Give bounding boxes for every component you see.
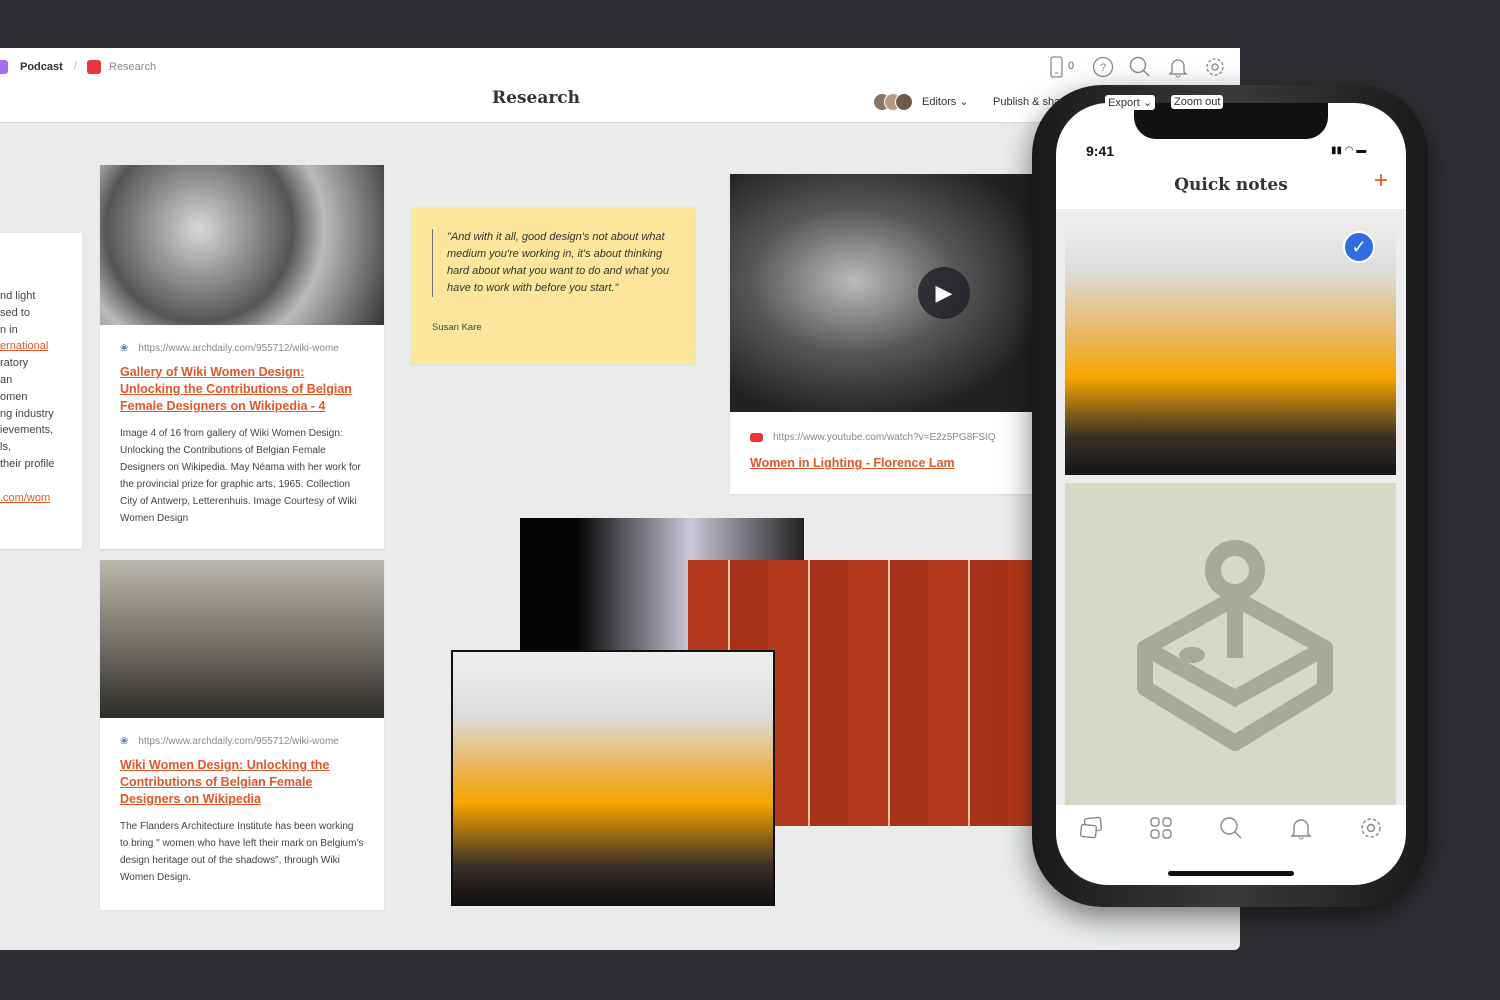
card-text-line: ernational	[0, 340, 49, 353]
gear-icon[interactable]	[1204, 56, 1226, 78]
card-text-line: an	[0, 373, 13, 386]
card-description: The Flanders Architecture Institute has …	[120, 821, 364, 883]
link-card[interactable]: ❀ https://www.archdaily.com/955712/wiki-w…	[100, 165, 384, 549]
breadcrumb-separator: /	[74, 60, 78, 72]
quote-author: Susan Kare	[432, 322, 482, 333]
editors-dropdown[interactable]: Editors ⌄	[922, 95, 969, 108]
editor-avatars[interactable]	[873, 93, 913, 111]
card-text-line: sed to	[0, 306, 30, 319]
card-text-line: their profile	[0, 457, 55, 470]
quote-text: "And with it all, good design's not abou…	[432, 229, 675, 297]
svg-text:?: ?	[1100, 62, 1106, 74]
card-title[interactable]: Women in Lighting - Florence Lam	[750, 455, 1020, 472]
check-icon[interactable]: ✓	[1343, 231, 1375, 263]
podcast-icon	[0, 60, 8, 74]
search-icon[interactable]	[1129, 56, 1151, 78]
video-card[interactable]: ▶ https://www.youtube.com/watch?v=E2z5PG…	[730, 174, 1040, 494]
card-text: nd light sed to n in ernational ratory an omen…	[0, 288, 82, 473]
youtube-icon	[750, 433, 763, 442]
link-card-partial[interactable]: nd light sed to n in ernational ratory an omen…	[0, 233, 82, 549]
card-url: https://www.youtube.com/watch?v=E2z5PG8F…	[773, 432, 996, 443]
play-button[interactable]: ▶	[918, 267, 970, 319]
note-image[interactable]: ✓	[1065, 218, 1396, 475]
boards-icon[interactable]	[1078, 815, 1104, 841]
add-note-button[interactable]: +	[1374, 167, 1388, 195]
archdaily-icon: ❀	[120, 343, 129, 354]
crumb-label: Podcast	[20, 61, 63, 73]
bell-icon[interactable]	[1288, 815, 1314, 841]
breadcrumb-research[interactable]: Research	[87, 60, 156, 74]
link-card[interactable]: ❀ https://www.archdaily.com/955712/wiki-w…	[100, 560, 384, 910]
video-thumbnail: ▶	[730, 174, 1040, 412]
zoom-out-button[interactable]: Zoom out	[1171, 95, 1224, 109]
crumb-label: Research	[109, 61, 157, 73]
card-description: Image 4 of 16 from gallery of Wiki Women…	[120, 428, 361, 524]
device-count: 0	[1068, 60, 1075, 72]
help-icon[interactable]: ?	[1092, 56, 1114, 78]
card-text-line: omen	[0, 390, 28, 403]
card-text-line: ratory	[0, 357, 29, 370]
phone-notch	[1134, 103, 1328, 139]
card-title[interactable]: Wiki Women Design: Unlocking the Contrib…	[120, 757, 364, 808]
quick-notes-title: Quick notes	[1174, 175, 1288, 195]
archdaily-icon: ❀	[120, 736, 129, 747]
phone-icon[interactable]	[1046, 56, 1068, 78]
phone-screen: 9:41 ▮▮ ◠ ▬ Quick notes + ✓	[1056, 103, 1406, 885]
bell-icon[interactable]	[1167, 56, 1189, 78]
page-title: Research	[492, 88, 581, 108]
editors-label: Editors	[922, 96, 957, 108]
card-text-line: ls,	[0, 441, 11, 454]
status-icons: ▮▮ ◠ ▬	[1331, 145, 1367, 156]
research-icon	[87, 60, 101, 74]
card-url: https://www.archdaily.com/955712/wiki-wo…	[138, 736, 339, 747]
home-indicator[interactable]	[1168, 871, 1294, 876]
card-title[interactable]: Gallery of Wiki Women Design: Unlocking …	[120, 364, 364, 415]
note-game[interactable]	[1065, 483, 1396, 805]
avatar	[895, 93, 913, 111]
card-image	[100, 560, 384, 718]
joystick-icon	[1137, 540, 1333, 751]
breadcrumb-podcast[interactable]: Podcast	[0, 60, 63, 74]
image-orange-room[interactable]	[451, 650, 775, 906]
card-url: https://www.archdaily.com/955712/wiki-wo…	[138, 343, 339, 354]
quote-note[interactable]: "And with it all, good design's not abou…	[411, 207, 695, 364]
status-time: 9:41	[1086, 143, 1115, 159]
card-text-line: n in	[0, 323, 18, 336]
grid-icon[interactable]	[1148, 815, 1174, 841]
export-dropdown[interactable]: Export ⌄	[1105, 95, 1156, 110]
gear-icon[interactable]	[1358, 815, 1384, 841]
search-icon[interactable]	[1218, 815, 1244, 841]
card-text-line: nd light	[0, 290, 36, 302]
phone-mockup: 9:41 ▮▮ ◠ ▬ Quick notes + ✓	[1032, 85, 1428, 907]
card-image	[100, 165, 384, 325]
card-text-line: ng industry	[0, 407, 54, 420]
card-text-line: ievements,	[0, 424, 54, 437]
card-url[interactable]: .com/wom	[0, 490, 82, 507]
export-label: Export	[1108, 97, 1140, 109]
